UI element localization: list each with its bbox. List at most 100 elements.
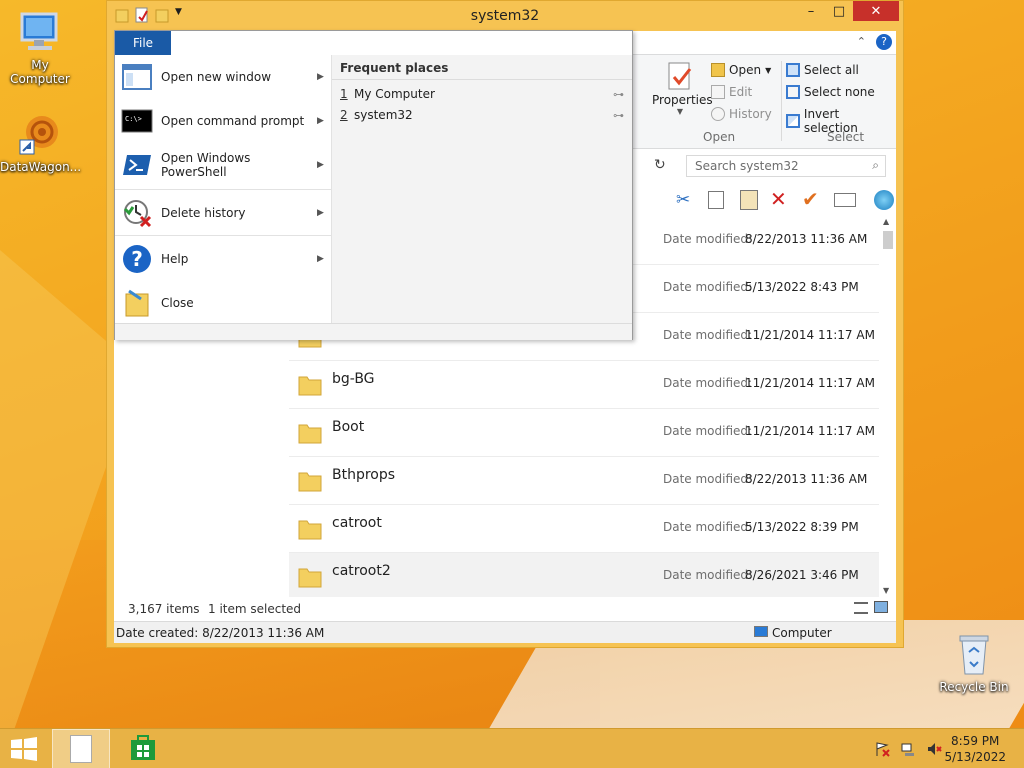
window-icon — [121, 61, 153, 93]
date-value: 5/13/2022 8:39 PM — [745, 520, 859, 534]
paste-icon[interactable] — [740, 190, 758, 210]
file-name: bg-BG — [332, 371, 375, 387]
chevron-down-icon: ▼ — [765, 65, 772, 75]
desktop-icon-datawagon[interactable]: DataWagon... — [0, 110, 81, 174]
delete-icon[interactable]: ✕ — [770, 187, 787, 211]
frequent-place-item[interactable]: 1 My Computer ⊶ — [340, 84, 624, 104]
date-created: Date created: 8/22/2013 11:36 AM — [116, 626, 325, 640]
invert-selection-icon — [786, 114, 800, 128]
action-center-flag-icon[interactable] — [874, 741, 890, 757]
select-group-label: Select — [827, 130, 865, 144]
datawagon-icon — [16, 110, 64, 158]
minimize-button[interactable]: – — [797, 1, 825, 21]
taskbar-store[interactable] — [114, 729, 172, 768]
start-button-icon[interactable] — [10, 737, 38, 761]
globe-icon[interactable] — [874, 190, 894, 210]
open-button[interactable]: Open ▼ — [711, 63, 771, 77]
delete-history-item[interactable]: Delete history ▶ — [115, 191, 331, 235]
file-name: catroot2 — [332, 563, 391, 579]
large-icons-view-icon[interactable] — [874, 601, 888, 613]
desktop-icon-label: Recycle Bin — [939, 680, 1009, 694]
store-icon — [129, 734, 157, 765]
desktop-icon-label: My Computer — [10, 58, 70, 86]
chevron-right-icon: ▶ — [317, 254, 324, 264]
search-placeholder: Search system32 — [695, 159, 799, 173]
date-label: Date modified: — [663, 280, 753, 294]
taskbar-file-explorer[interactable] — [52, 729, 110, 768]
date-value: 11/21/2014 11:17 AM — [745, 328, 875, 342]
svg-text:C:\>: C:\> — [125, 115, 142, 123]
delete-history-icon — [121, 197, 153, 229]
list-item[interactable]: Boot Date modified: 11/21/2014 11:17 AM — [289, 409, 879, 457]
details-bar: Date created: 8/22/2013 11:36 AM Compute… — [114, 621, 896, 643]
rename-icon[interactable] — [834, 193, 856, 207]
pin-icon[interactable]: ⊶ — [613, 109, 624, 122]
properties-icon — [666, 61, 694, 93]
date-label: Date modified: — [663, 424, 753, 438]
file-menu-footer — [115, 323, 632, 340]
date-label: Date modified: — [663, 472, 753, 486]
edit-label: Edit — [729, 85, 753, 99]
file-menu: File Open new window ▶ C:\> Open command… — [114, 30, 633, 340]
help-icon[interactable]: ? — [876, 34, 892, 50]
history-icon — [711, 107, 725, 121]
cmd-icon: C:\> — [121, 105, 153, 137]
list-item[interactable]: catroot2 Date modified: 8/26/2021 3:46 P… — [289, 553, 879, 597]
history-button[interactable]: History — [711, 107, 772, 121]
frequent-place-item[interactable]: 2 system32 ⊶ — [340, 105, 624, 125]
title-bar[interactable]: ▼ system32 – □ ✕ — [107, 1, 903, 31]
vertical-scrollbar[interactable]: ▲ ▼ — [879, 217, 896, 597]
folder-icon — [297, 419, 323, 445]
desktop-icon-recycle-bin[interactable]: Recycle Bin — [934, 630, 1014, 694]
folder-icon — [297, 371, 323, 397]
close-button[interactable]: ✕ — [853, 1, 899, 21]
date-value: 11/21/2014 11:17 AM — [745, 376, 875, 390]
select-none-icon — [786, 85, 800, 99]
taskbar-clock[interactable]: 8:59 PM 5/13/2022 — [944, 733, 1006, 765]
recycle-bin-icon — [950, 630, 998, 678]
refresh-icon[interactable]: ↻ — [654, 157, 666, 173]
pin-icon[interactable]: ⊶ — [613, 88, 624, 101]
file-name: Bthprops — [332, 467, 396, 483]
folder-icon — [297, 515, 323, 541]
properties-button[interactable]: Properties ▼ — [652, 61, 713, 116]
date-label: Date modified: — [663, 376, 753, 390]
item-label: system32 — [354, 108, 413, 122]
folder-icon — [297, 563, 323, 589]
list-item[interactable]: bg-BG Date modified: 11/21/2014 11:17 AM — [289, 361, 879, 409]
close-item[interactable]: Close — [115, 281, 331, 325]
edit-button[interactable]: Edit — [711, 85, 752, 99]
clock-time: 8:59 PM — [951, 734, 1000, 748]
scroll-thumb[interactable] — [883, 231, 893, 249]
selection-count: 1 item selected — [208, 602, 302, 616]
menu-item-label: Open new window — [161, 70, 272, 84]
desktop-icon-my-computer[interactable]: My Computer — [0, 8, 80, 86]
volume-muted-icon[interactable] — [926, 741, 942, 757]
chevron-right-icon: ▶ — [317, 72, 324, 82]
date-value: 11/21/2014 11:17 AM — [745, 424, 875, 438]
file-tab[interactable]: File — [115, 31, 171, 55]
file-name: Boot — [332, 419, 365, 435]
list-item[interactable]: Bthprops Date modified: 8/22/2013 11:36 … — [289, 457, 879, 505]
scroll-up-icon[interactable]: ▲ — [883, 217, 889, 226]
item-count: 3,167 items — [128, 602, 200, 616]
open-powershell-item[interactable]: Open Windows PowerShell ▶ — [115, 143, 331, 187]
maximize-button[interactable]: □ — [825, 1, 853, 21]
cut-icon[interactable]: ✂ — [676, 190, 690, 210]
chevron-up-icon[interactable]: ⌃ — [857, 35, 866, 48]
search-input[interactable]: Search system32 ⌕ — [686, 155, 886, 177]
checkmark-icon[interactable]: ✔ — [802, 187, 819, 211]
network-icon[interactable] — [900, 741, 916, 757]
list-item[interactable]: catroot Date modified: 5/13/2022 8:39 PM — [289, 505, 879, 553]
window-title: system32 — [470, 8, 540, 24]
open-new-window-item[interactable]: Open new window ▶ — [115, 55, 331, 99]
item-label: My Computer — [354, 87, 435, 101]
copy-icon[interactable] — [708, 191, 724, 209]
open-command-prompt-item[interactable]: C:\> Open command prompt ▶ — [115, 99, 331, 143]
help-item[interactable]: ? Help ▶ — [115, 237, 331, 281]
frequent-places-panel: Frequent places 1 My Computer ⊶ 2 system… — [332, 55, 632, 323]
select-all-button[interactable]: Select all — [786, 63, 859, 77]
scroll-down-icon[interactable]: ▼ — [883, 586, 889, 595]
details-view-icon[interactable] — [854, 602, 868, 614]
select-none-button[interactable]: Select none — [786, 85, 875, 99]
